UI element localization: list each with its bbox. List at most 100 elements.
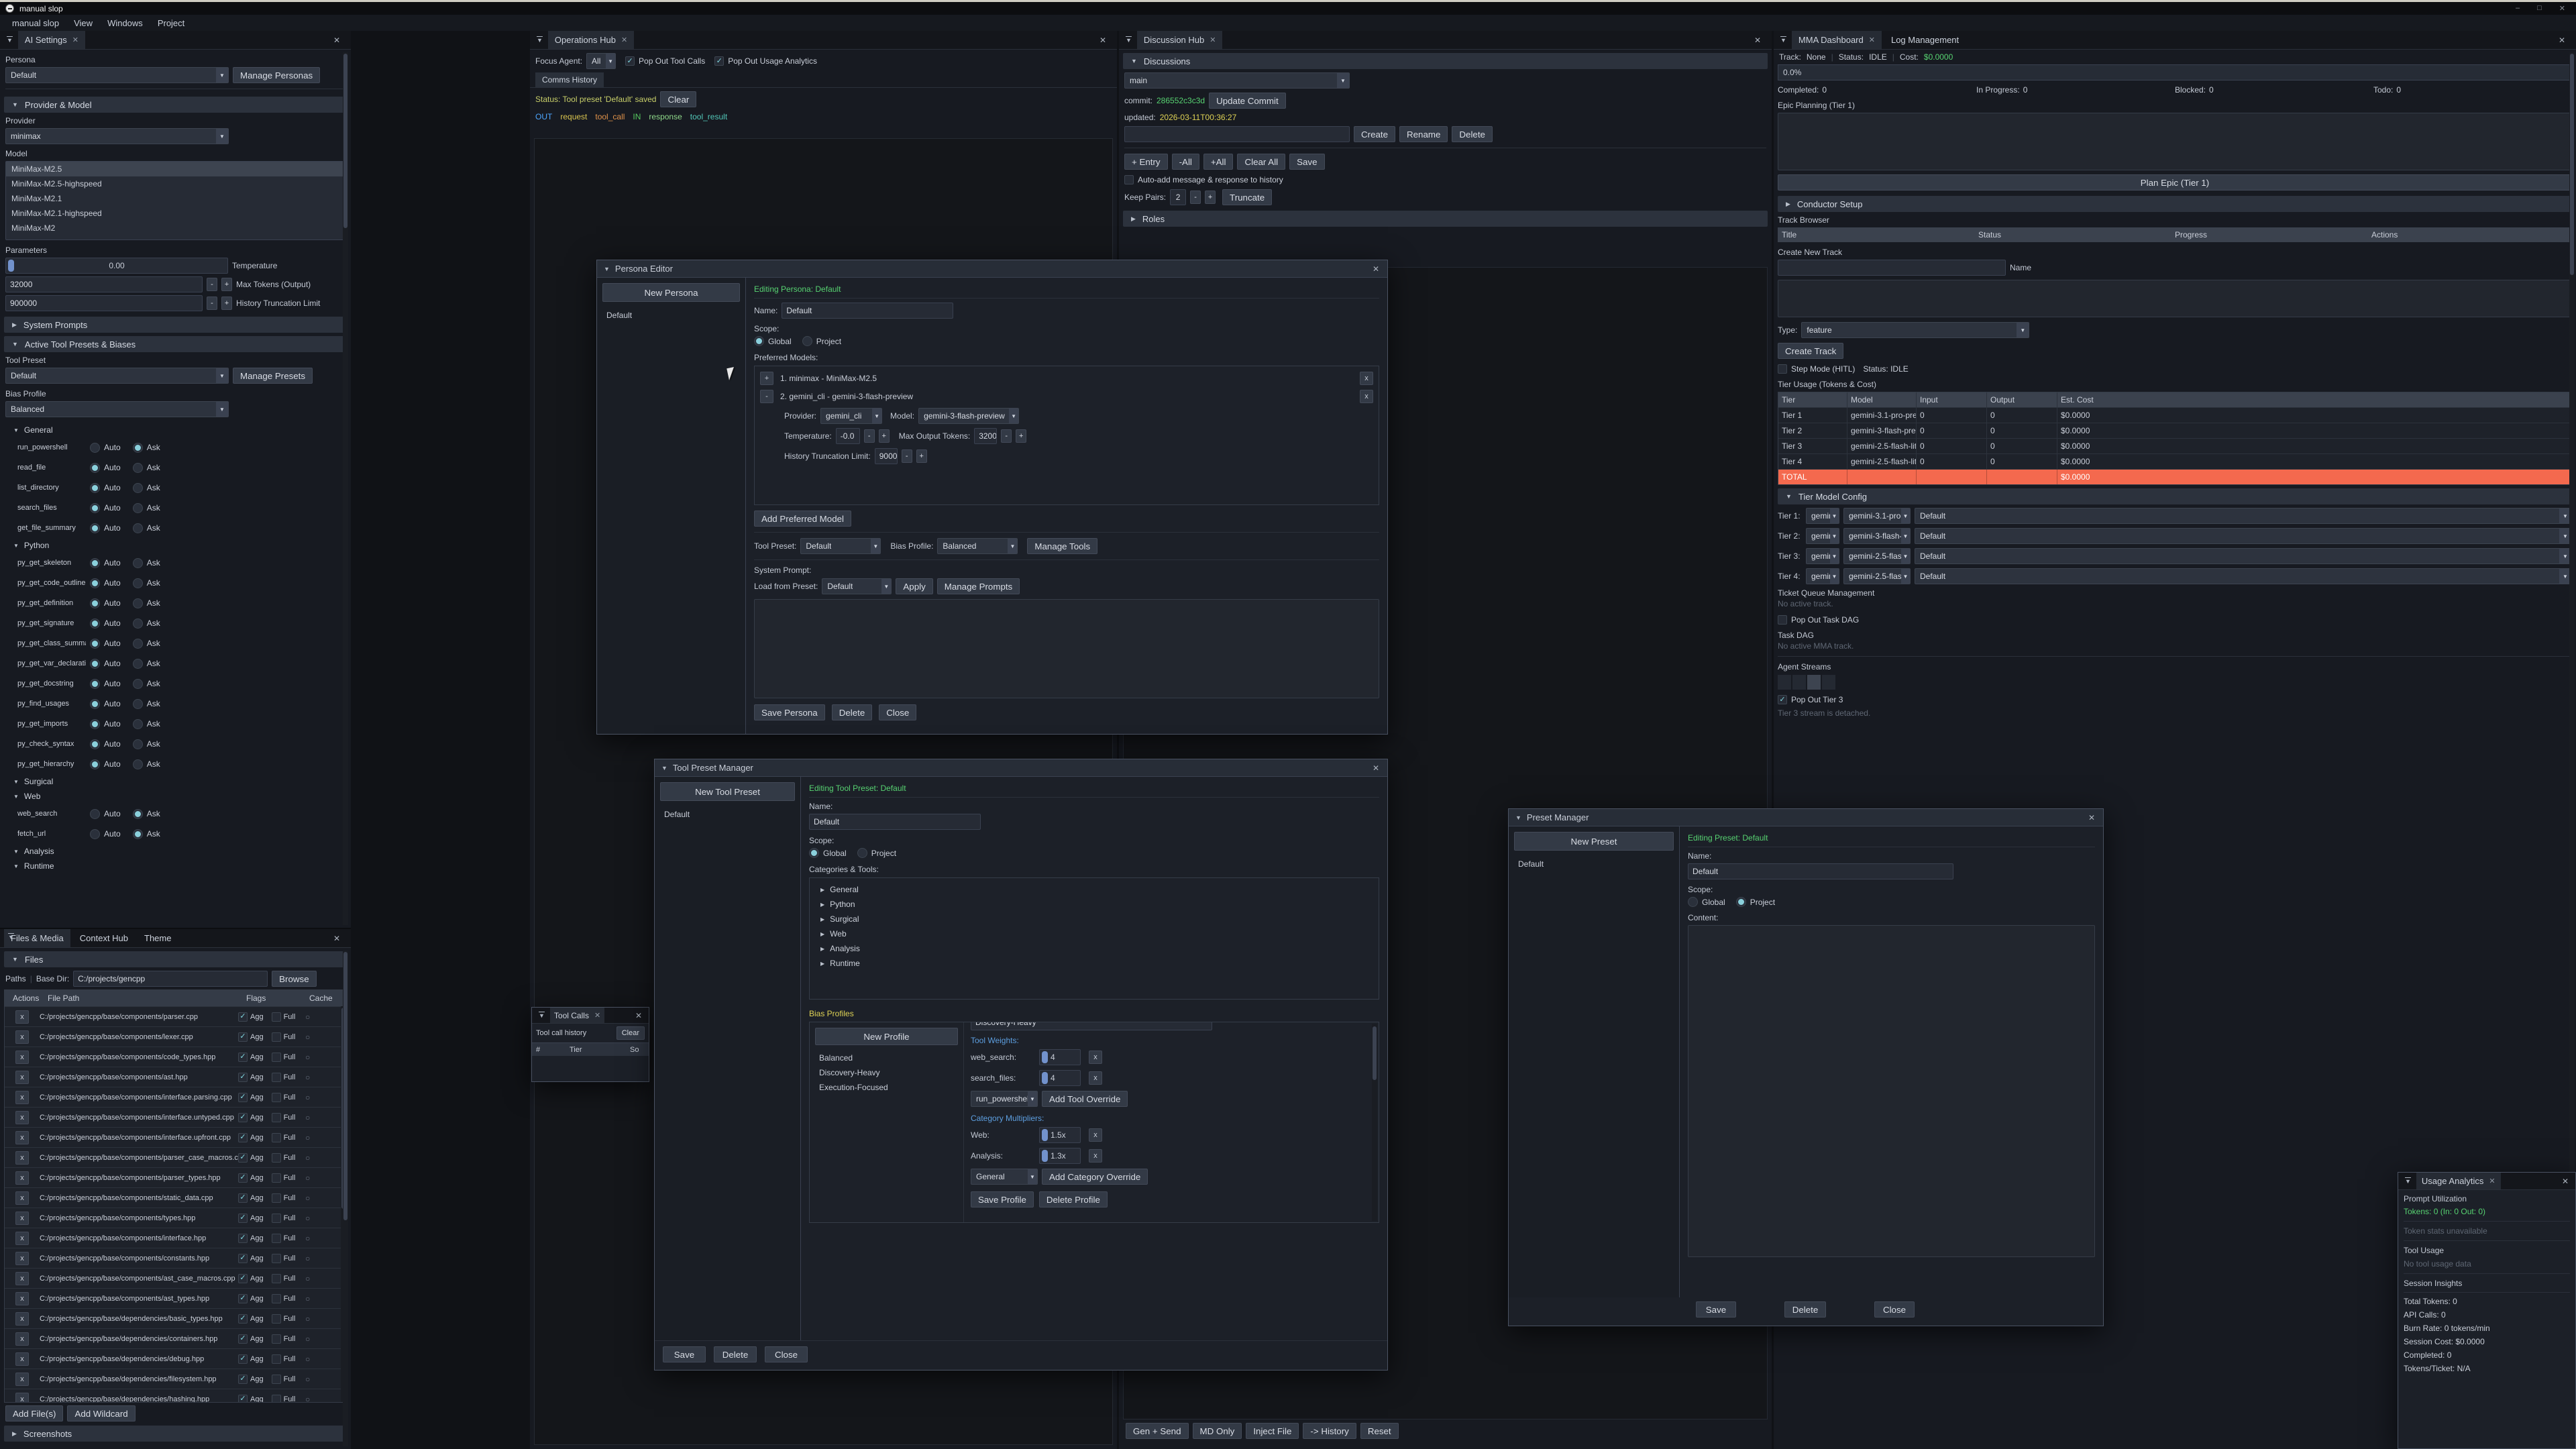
tool-preset-select[interactable]: Default ▼ bbox=[5, 368, 229, 384]
menu-item[interactable]: Project bbox=[151, 18, 191, 28]
tier-provider-select[interactable]: gemini ▼ bbox=[1806, 528, 1839, 544]
ask-radio[interactable] bbox=[133, 719, 143, 729]
model-list-item[interactable]: MiniMax-M2.1-highspeed bbox=[6, 206, 343, 221]
full-checkbox[interactable]: ✓ bbox=[272, 1395, 281, 1403]
full-checkbox[interactable]: ✓ bbox=[272, 1334, 281, 1344]
remove-file-button[interactable]: x bbox=[15, 1272, 29, 1285]
new-tool-preset-button[interactable]: New Tool Preset bbox=[660, 782, 795, 801]
entry-button[interactable]: + Entry bbox=[1124, 154, 1168, 170]
tier-model-select[interactable]: gemini-3-flash-preview ▼ bbox=[1843, 528, 1911, 544]
full-checkbox[interactable]: ✓ bbox=[272, 1254, 281, 1263]
agg-checkbox[interactable]: ✓ bbox=[238, 1032, 248, 1042]
save-profile-button[interactable]: Save Profile bbox=[971, 1191, 1034, 1208]
agg-checkbox[interactable]: ✓ bbox=[238, 1113, 248, 1122]
save-persona-button[interactable]: Save Persona bbox=[754, 704, 825, 720]
remove-multiplier-button[interactable]: x bbox=[1089, 1149, 1102, 1163]
full-checkbox[interactable]: ✓ bbox=[272, 1274, 281, 1283]
agg-checkbox[interactable]: ✓ bbox=[238, 1173, 248, 1183]
full-checkbox[interactable]: ✓ bbox=[272, 1214, 281, 1223]
tool-preset-select[interactable]: Default ▼ bbox=[800, 538, 881, 554]
history-limit-input[interactable]: 900000 bbox=[5, 295, 203, 311]
multiplier-slider[interactable]: 1.3x bbox=[1039, 1148, 1081, 1164]
full-checkbox[interactable]: ✓ bbox=[272, 1053, 281, 1062]
composer-button[interactable]: -> History bbox=[1303, 1423, 1356, 1439]
ask-radio[interactable] bbox=[133, 483, 143, 493]
remove-file-button[interactable]: x bbox=[15, 1111, 29, 1124]
ask-radio[interactable] bbox=[133, 619, 143, 629]
auto-radio[interactable] bbox=[90, 639, 100, 649]
full-checkbox[interactable]: ✓ bbox=[272, 1093, 281, 1102]
keep-pairs-input[interactable]: 2 bbox=[1170, 189, 1186, 205]
bias-profile-list-item[interactable]: Discovery-Heavy bbox=[815, 1065, 958, 1080]
bias-profiles-scrollbar[interactable] bbox=[1372, 1024, 1377, 1221]
remove-file-button[interactable]: x bbox=[15, 1051, 29, 1064]
model-list-item[interactable]: MiniMax-M2.5-highspeed bbox=[6, 176, 343, 191]
remove-weight-button[interactable]: x bbox=[1089, 1051, 1102, 1064]
maximize-icon[interactable]: □ bbox=[2537, 4, 2542, 13]
dock-icon[interactable]: ▼ bbox=[1123, 37, 1134, 44]
history-limit-increment[interactable]: + bbox=[221, 297, 232, 310]
slider-handle[interactable] bbox=[1042, 1129, 1048, 1141]
roles-header[interactable]: ▶ Roles bbox=[1123, 211, 1768, 227]
bias-profile-select[interactable]: Balanced ▼ bbox=[937, 538, 1018, 554]
pop-out-dag-checkbox[interactable]: ✓ bbox=[1778, 615, 1787, 625]
preset-content-textarea[interactable] bbox=[1688, 925, 2095, 1257]
ask-radio[interactable] bbox=[133, 639, 143, 649]
full-checkbox[interactable]: ✓ bbox=[272, 1113, 281, 1122]
menu-item[interactable]: Windows bbox=[101, 18, 150, 28]
model-list-item[interactable]: MiniMax-M2.1 bbox=[6, 191, 343, 206]
focus-agent-select[interactable]: All ▼ bbox=[586, 53, 616, 69]
category-item[interactable]: ▶ Web bbox=[812, 926, 1376, 941]
tool-group-header[interactable]: ▼ Runtime bbox=[5, 859, 345, 873]
plan-epic-button[interactable]: Plan Epic (Tier 1) bbox=[1778, 174, 2572, 191]
dock-icon[interactable]: ▼ bbox=[5, 934, 17, 941]
ask-radio[interactable] bbox=[133, 598, 143, 608]
category-item[interactable]: ▶ Python bbox=[812, 897, 1376, 912]
ask-radio[interactable] bbox=[133, 578, 143, 588]
full-checkbox[interactable]: ✓ bbox=[272, 1314, 281, 1324]
max-tokens-increment[interactable]: + bbox=[221, 278, 232, 291]
max-output-increment[interactable]: + bbox=[1016, 429, 1026, 443]
stream-tab[interactable] bbox=[1778, 675, 1791, 690]
category-item[interactable]: ▶ General bbox=[812, 882, 1376, 897]
remove-file-button[interactable]: x bbox=[15, 1131, 29, 1144]
full-checkbox[interactable]: ✓ bbox=[272, 1133, 281, 1142]
slider-handle[interactable] bbox=[1042, 1072, 1048, 1084]
tool-group-header[interactable]: ▼ Surgical bbox=[5, 774, 345, 789]
provider-select[interactable]: minimax ▼ bbox=[5, 128, 229, 144]
agg-checkbox[interactable]: ✓ bbox=[238, 1354, 248, 1364]
remove-weight-button[interactable]: x bbox=[1089, 1071, 1102, 1085]
discussions-header[interactable]: ▼ Discussions bbox=[1123, 53, 1768, 69]
track-description-textarea[interactable] bbox=[1778, 280, 2572, 317]
temperature-slider[interactable]: 0.00 bbox=[5, 258, 228, 274]
full-checkbox[interactable]: ✓ bbox=[272, 1173, 281, 1183]
scope-project-radio[interactable] bbox=[857, 848, 867, 858]
full-checkbox[interactable]: ✓ bbox=[272, 1073, 281, 1082]
tab-mma-dashboard[interactable]: MMA Dashboard ✕ bbox=[1792, 31, 1882, 49]
auto-add-checkbox[interactable]: ✓ bbox=[1124, 175, 1134, 184]
tab-log-management[interactable]: Log Management bbox=[1884, 31, 1966, 49]
tab-close-icon[interactable]: ✕ bbox=[594, 1011, 600, 1020]
full-checkbox[interactable]: ✓ bbox=[272, 1193, 281, 1203]
new-preset-button[interactable]: New Preset bbox=[1514, 832, 1674, 851]
auto-radio[interactable] bbox=[90, 829, 100, 839]
agg-checkbox[interactable]: ✓ bbox=[238, 1314, 248, 1324]
ask-radio[interactable] bbox=[133, 659, 143, 669]
add-tool-override-button[interactable]: Add Tool Override bbox=[1042, 1091, 1128, 1107]
stream-tab[interactable] bbox=[1807, 675, 1821, 690]
tool-preset-list-item[interactable]: Default bbox=[660, 806, 795, 822]
tab-operations-hub[interactable]: Operations Hub ✕ bbox=[548, 31, 634, 49]
full-checkbox[interactable]: ✓ bbox=[272, 1294, 281, 1303]
remove-file-button[interactable]: x bbox=[15, 1151, 29, 1165]
browse-button[interactable]: Browse bbox=[272, 971, 316, 987]
ask-radio[interactable] bbox=[133, 503, 143, 513]
dock-icon[interactable]: ▼ bbox=[4, 37, 15, 44]
remove-file-button[interactable]: x bbox=[15, 1373, 29, 1386]
pop-out-tool-calls-checkbox[interactable]: ✓ bbox=[625, 56, 635, 66]
auto-radio[interactable] bbox=[90, 558, 100, 568]
agg-checkbox[interactable]: ✓ bbox=[238, 1153, 248, 1163]
tab-close-icon[interactable]: ✕ bbox=[72, 36, 78, 44]
manage-presets-button[interactable]: Manage Presets bbox=[233, 368, 313, 384]
remove-file-button[interactable]: x bbox=[15, 1393, 29, 1403]
delete-persona-button[interactable]: Delete bbox=[832, 704, 873, 720]
